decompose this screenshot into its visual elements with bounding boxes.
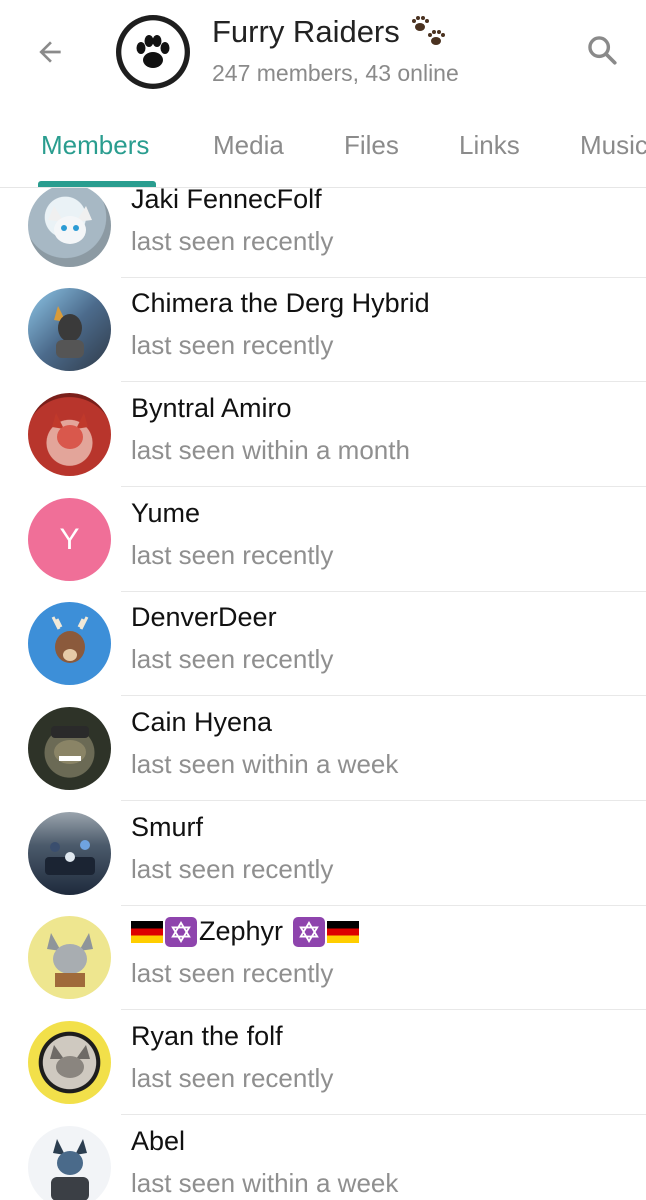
avatar <box>28 1126 111 1200</box>
member-name: Chimera the Derg Hybrid <box>131 288 430 318</box>
member-name: Ryan the folf <box>131 1021 283 1051</box>
divider <box>121 1009 646 1010</box>
star-of-david-icon <box>293 916 326 947</box>
divider <box>121 486 646 487</box>
avatar: Y <box>28 498 111 581</box>
hyena-avatar-icon <box>50 725 89 764</box>
germany-flag-icon <box>131 920 163 943</box>
member-status: last seen recently <box>131 540 334 570</box>
list-item[interactable]: Y Yume last seen recently <box>0 488 646 592</box>
member-name: Jaki FennecFolf <box>131 188 322 214</box>
group-title-text: Furry Raiders <box>212 14 400 49</box>
tab-media[interactable]: Media <box>213 130 284 161</box>
list-item[interactable]: Smurf last seen recently <box>0 802 646 906</box>
member-name: Byntral Amiro <box>131 393 292 423</box>
divider <box>121 381 646 382</box>
divider <box>121 1114 646 1115</box>
tab-music[interactable]: Music <box>580 130 646 161</box>
list-item[interactable]: Chimera the Derg Hybrid last seen recent… <box>0 278 646 382</box>
avatar <box>28 393 111 476</box>
list-item[interactable]: Ryan the folf last seen recently <box>0 1011 646 1115</box>
member-status: last seen recently <box>131 958 334 988</box>
search-button[interactable] <box>578 26 626 74</box>
member-status: last seen within a week <box>131 1168 399 1198</box>
member-name: Abel <box>131 1126 186 1156</box>
chat-header: Furry Raiders 247 members, 43 online <box>0 0 646 110</box>
divider <box>121 695 646 696</box>
avatar <box>28 707 111 790</box>
avatar <box>28 602 111 685</box>
avatar <box>28 1021 111 1104</box>
list-item[interactable]: DenverDeer last seen recently <box>0 592 646 696</box>
member-name: Zephyr <box>131 916 360 947</box>
list-item[interactable]: Abel last seen within a week <box>0 1116 646 1200</box>
group-subtitle: 247 members, 43 online <box>212 60 459 86</box>
member-name: Yume <box>131 498 201 528</box>
list-item[interactable]: Cain Hyena last seen within a week <box>0 697 646 801</box>
group-avatar[interactable] <box>116 15 190 89</box>
member-status: last seen recently <box>131 226 334 256</box>
avatar <box>28 916 111 999</box>
member-status: last seen recently <box>131 644 334 674</box>
wolf-avatar-icon <box>50 1138 89 1200</box>
member-status: last seen recently <box>131 330 334 360</box>
member-status: last seen recently <box>131 854 334 884</box>
fox-avatar-icon <box>49 1044 90 1078</box>
photo-avatar-icon <box>44 839 95 875</box>
member-name: Smurf <box>131 812 204 842</box>
paw-print-icon <box>136 35 170 68</box>
star-of-david-icon <box>165 916 197 947</box>
list-item[interactable]: Jaki FennecFolf last seen recently <box>0 188 646 278</box>
dragon-avatar-icon <box>53 305 84 358</box>
divider <box>121 800 646 801</box>
list-item[interactable]: Byntral Amiro last seen within a month <box>0 383 646 487</box>
germany-flag-icon <box>327 920 360 943</box>
tab-links[interactable]: Links <box>459 130 520 161</box>
paw-prints-icon <box>411 16 445 45</box>
back-button[interactable] <box>26 28 74 76</box>
member-name: Cain Hyena <box>131 707 273 737</box>
avatar-initial: Y <box>59 522 80 556</box>
wolf-avatar-icon <box>51 412 88 449</box>
member-name: DenverDeer <box>131 602 277 632</box>
deer-avatar-icon <box>51 615 88 663</box>
cat-avatar-icon <box>46 932 93 987</box>
member-status: last seen within a month <box>131 435 410 465</box>
avatar <box>28 288 111 371</box>
tab-files[interactable]: Files <box>344 130 399 161</box>
active-tab-indicator <box>38 181 156 187</box>
member-list: Jaki FennecFolf last seen recently Chime… <box>0 188 646 1200</box>
avatar <box>28 812 111 895</box>
arrow-left-icon <box>39 41 61 63</box>
avatar <box>28 188 111 267</box>
member-name-text: Zephyr <box>199 916 284 946</box>
group-title[interactable]: Furry Raiders <box>212 14 448 50</box>
member-status: last seen recently <box>131 1063 334 1093</box>
member-status: last seen within a week <box>131 749 399 779</box>
fox-avatar-icon <box>47 205 92 244</box>
list-item[interactable]: Zephyr last seen recently <box>0 906 646 1010</box>
tab-bar: Members Media Files Links Music <box>0 110 646 188</box>
search-icon <box>588 36 617 65</box>
tab-members[interactable]: Members <box>41 130 149 161</box>
